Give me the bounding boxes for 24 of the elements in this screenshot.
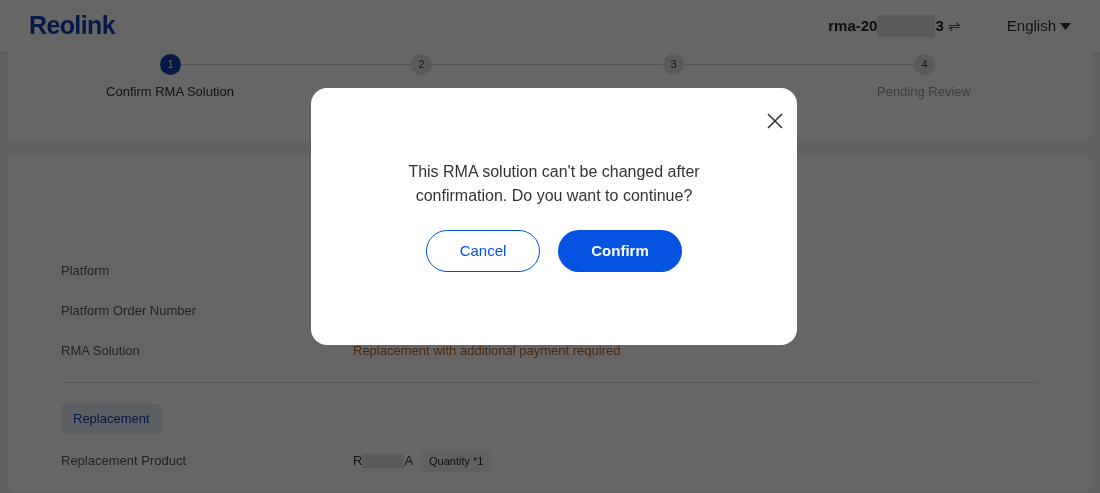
product-name-end: A <box>404 452 414 470</box>
field-label: RMA Solution <box>61 342 141 361</box>
step-number: 3 <box>663 54 684 75</box>
switch-account-button[interactable]: ⇌ <box>947 14 961 38</box>
quantity-tag: Quantity *1 <box>421 449 492 472</box>
account-name: rma-20 <box>828 15 878 36</box>
product-name: R <box>353 452 363 470</box>
field-value: Replacement with additional payment required <box>353 342 621 361</box>
section-tag: Replacement <box>61 404 162 434</box>
confirm-button[interactable]: Confirm <box>558 230 682 272</box>
account-name-end: 3 <box>935 15 944 36</box>
step-number: 1 <box>160 54 181 75</box>
logo[interactable]: Reolink <box>29 7 115 45</box>
dialog-message: This RMA solution can't be changed after confirmation. Do you want to continue? <box>407 162 701 206</box>
step-label: Confirm RMA Solution <box>105 83 235 101</box>
field-label: Replacement Product <box>61 452 187 470</box>
field-label: Platform <box>61 262 111 281</box>
cancel-button[interactable]: Cancel <box>426 230 540 272</box>
caret-icon <box>1060 22 1071 30</box>
close-icon[interactable] <box>767 113 783 129</box>
step-number: 2 <box>411 54 432 75</box>
step-number: 4 <box>914 54 935 75</box>
field-label: Platform Order Number <box>61 302 198 321</box>
language-dropdown[interactable]: English <box>1006 14 1071 38</box>
